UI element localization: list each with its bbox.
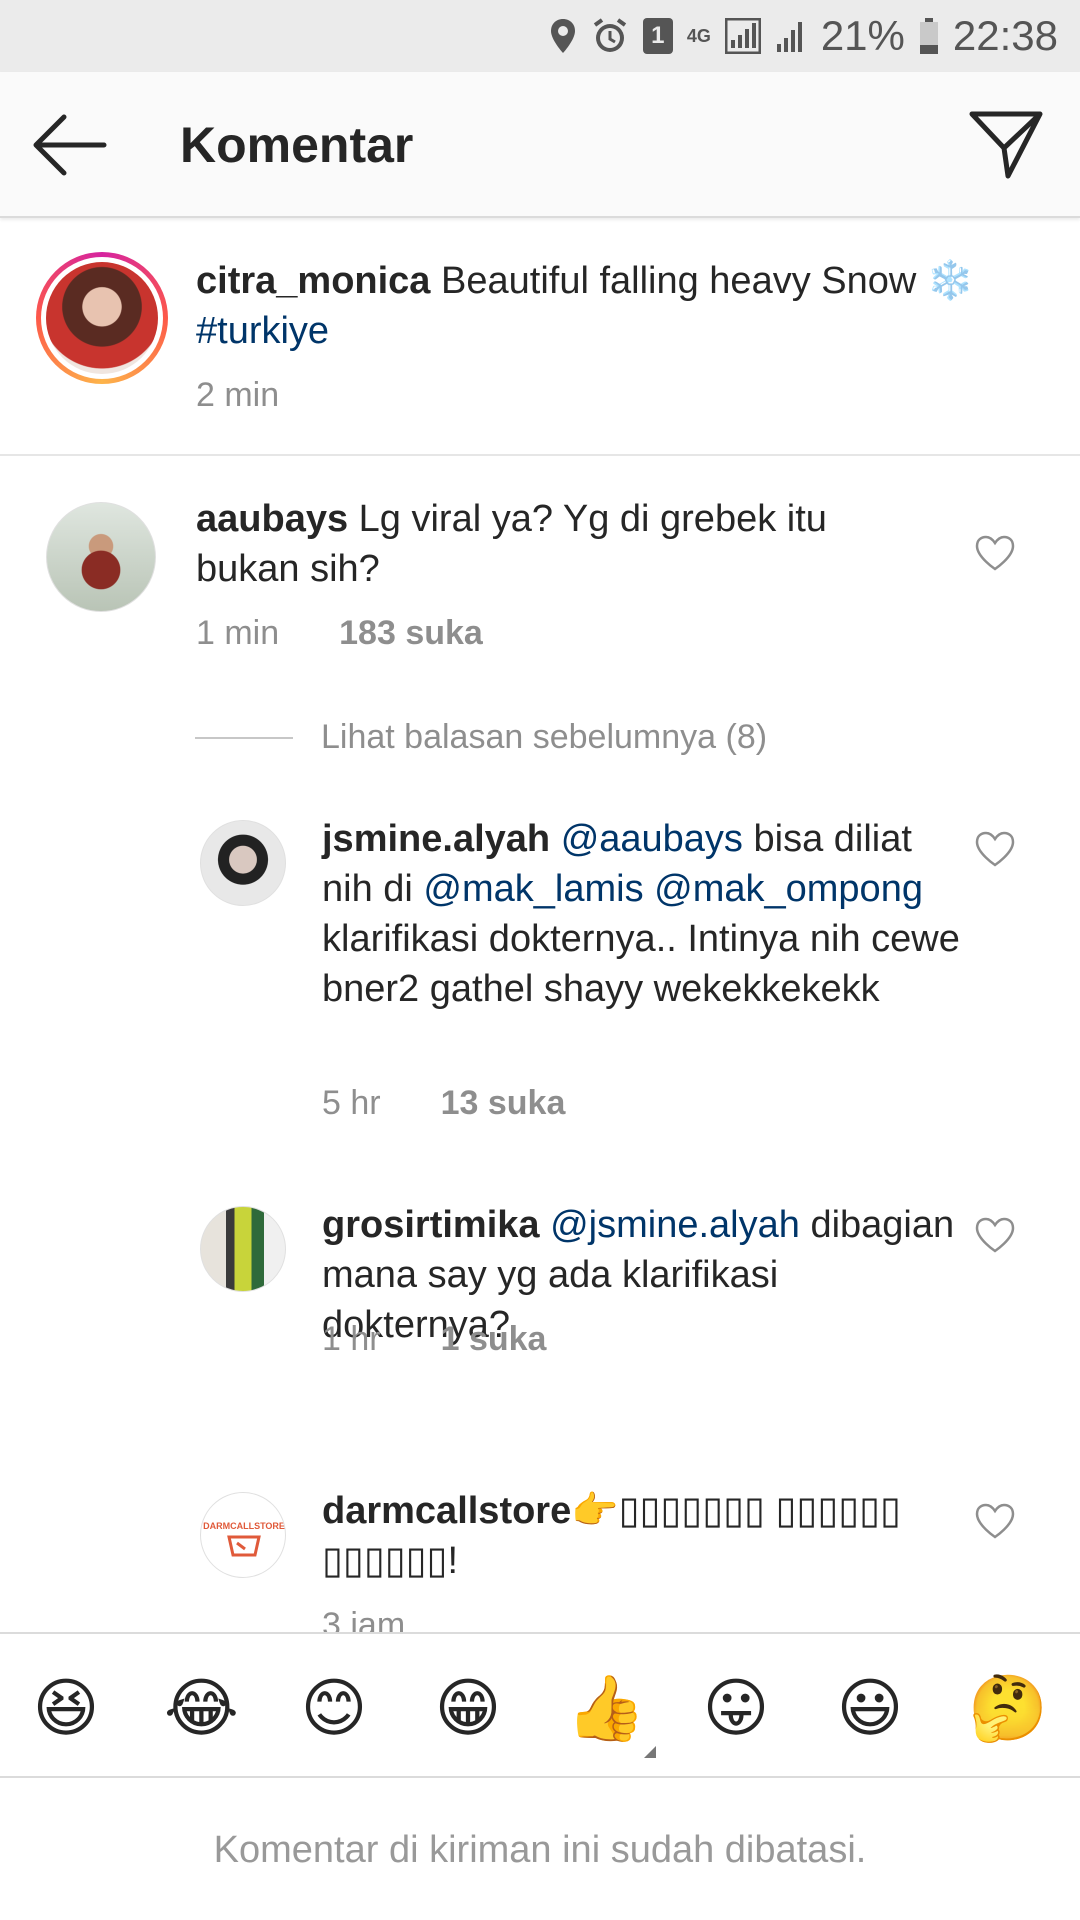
battery-percent: 21%	[820, 12, 905, 59]
reply-time: 1 hr	[322, 1320, 381, 1358]
battery-icon	[919, 17, 939, 55]
reply-text: darmcallstore👉▯▯▯▯▯▯▯ ▯▯▯▯▯▯ ▯▯▯▯▯▯!	[322, 1486, 962, 1586]
svg-text:DARMCALLSTORE: DARMCALLSTORE	[203, 1521, 285, 1531]
comment-username[interactable]: aaubays	[196, 498, 348, 540]
reply-username[interactable]: jsmine.alyah	[322, 818, 550, 860]
reply-meta: 5 hr 13 suka	[322, 1084, 565, 1123]
reply-text: jsmine.alyah @aaubays bisa diliat nih di…	[322, 814, 962, 1014]
top-app-bar: Komentar	[0, 72, 1080, 218]
back-arrow-icon[interactable]	[30, 112, 110, 178]
caption-hashtag[interactable]: #turkiye	[196, 310, 329, 352]
emoji-thumbs-up-icon[interactable]: 👍	[566, 1672, 646, 1744]
heart-icon[interactable]	[974, 1216, 1016, 1254]
location-icon	[549, 17, 577, 55]
caption-text: citra_monica Beautiful falling heavy Sno…	[196, 256, 1016, 356]
heart-icon[interactable]	[974, 534, 1016, 572]
direct-send-icon[interactable]	[968, 108, 1044, 180]
mention-link[interactable]: @jsmine.alyah	[550, 1204, 800, 1246]
emoji-laughing-icon[interactable]: 😆	[30, 1672, 102, 1744]
clock: 22:38	[952, 12, 1058, 59]
heart-icon[interactable]	[974, 830, 1016, 868]
reply-likes[interactable]: 13 suka	[441, 1084, 566, 1123]
snowflake-emoji: ❄️	[926, 260, 975, 302]
caption-username[interactable]: citra_monica	[196, 260, 430, 302]
comment-time: 1 min	[196, 614, 280, 652]
emoji-tongue-icon[interactable]: 😛	[700, 1672, 772, 1744]
view-replies-label[interactable]: Lihat balasan sebelumnya (8)	[321, 718, 767, 757]
page-title: Komentar	[180, 117, 414, 173]
emoji-tears-of-joy-icon[interactable]: 😂	[164, 1672, 239, 1744]
signal-icon	[724, 18, 761, 54]
heart-icon[interactable]	[974, 1502, 1016, 1540]
comment-text: aaubays Lg viral ya? Yg di grebek itu bu…	[196, 494, 916, 594]
reply-meta: 1 hr 1 suka	[322, 1320, 546, 1359]
reply-time: 3 jam	[322, 1606, 406, 1632]
avatar[interactable]	[200, 820, 286, 906]
comment-meta: 1 min 183 suka	[196, 614, 483, 653]
status-bar: 1 4G 21% 22:38	[0, 0, 1080, 72]
mention-link[interactable]: @mak_lamis	[423, 868, 643, 910]
emoji-quick-bar: 😆 😂 😊 😁 👍 😛 😃 🤔	[0, 1632, 1080, 1778]
avatar[interactable]	[200, 1206, 286, 1292]
comment-likes[interactable]: 183 suka	[339, 614, 483, 653]
more-emoji-indicator-icon	[644, 1746, 656, 1758]
avatar[interactable]: DARMCALLSTORE	[200, 1492, 286, 1578]
reply-username[interactable]: grosirtimika	[322, 1204, 540, 1246]
comments-restricted-notice: Komentar di kiriman ini sudah dibatasi.	[213, 1828, 867, 1871]
reply-username[interactable]: darmcallstore	[322, 1490, 571, 1532]
emoji-grinning-icon[interactable]: 😁	[432, 1672, 504, 1744]
avatar[interactable]	[36, 252, 168, 384]
network-4g-icon: 4G	[686, 26, 711, 46]
divider	[195, 736, 293, 739]
emoji-smiling-icon[interactable]: 😊	[298, 1672, 370, 1744]
sim-badge: 1	[642, 18, 673, 54]
mention-link[interactable]: @mak_ompong	[654, 868, 923, 910]
caption-time: 2 min	[196, 376, 280, 414]
signal-bars-icon	[775, 18, 807, 54]
alarm-icon	[591, 17, 629, 55]
reply-body: klarifikasi dokternya.. Intinya nih cewe…	[322, 918, 960, 1010]
view-previous-replies[interactable]: Lihat balasan sebelumnya (8)	[195, 718, 767, 757]
reply-likes[interactable]: 1 suka	[441, 1320, 547, 1359]
avatar[interactable]	[46, 502, 156, 612]
mention-link[interactable]: @aaubays	[561, 818, 743, 860]
post-caption: citra_monica Beautiful falling heavy Sno…	[0, 218, 1080, 456]
pointing-hand-emoji: 👉	[571, 1490, 619, 1532]
emoji-thinking-icon[interactable]: 🤔	[968, 1672, 1048, 1744]
reply-time: 5 hr	[322, 1084, 381, 1122]
caption-body: Beautiful falling heavy Snow	[441, 260, 917, 302]
reply-meta: 3 jam	[322, 1606, 405, 1632]
emoji-smiley-icon[interactable]: 😃	[834, 1672, 906, 1744]
comments-list[interactable]: aaubays Lg viral ya? Yg di grebek itu bu…	[0, 456, 1080, 1632]
